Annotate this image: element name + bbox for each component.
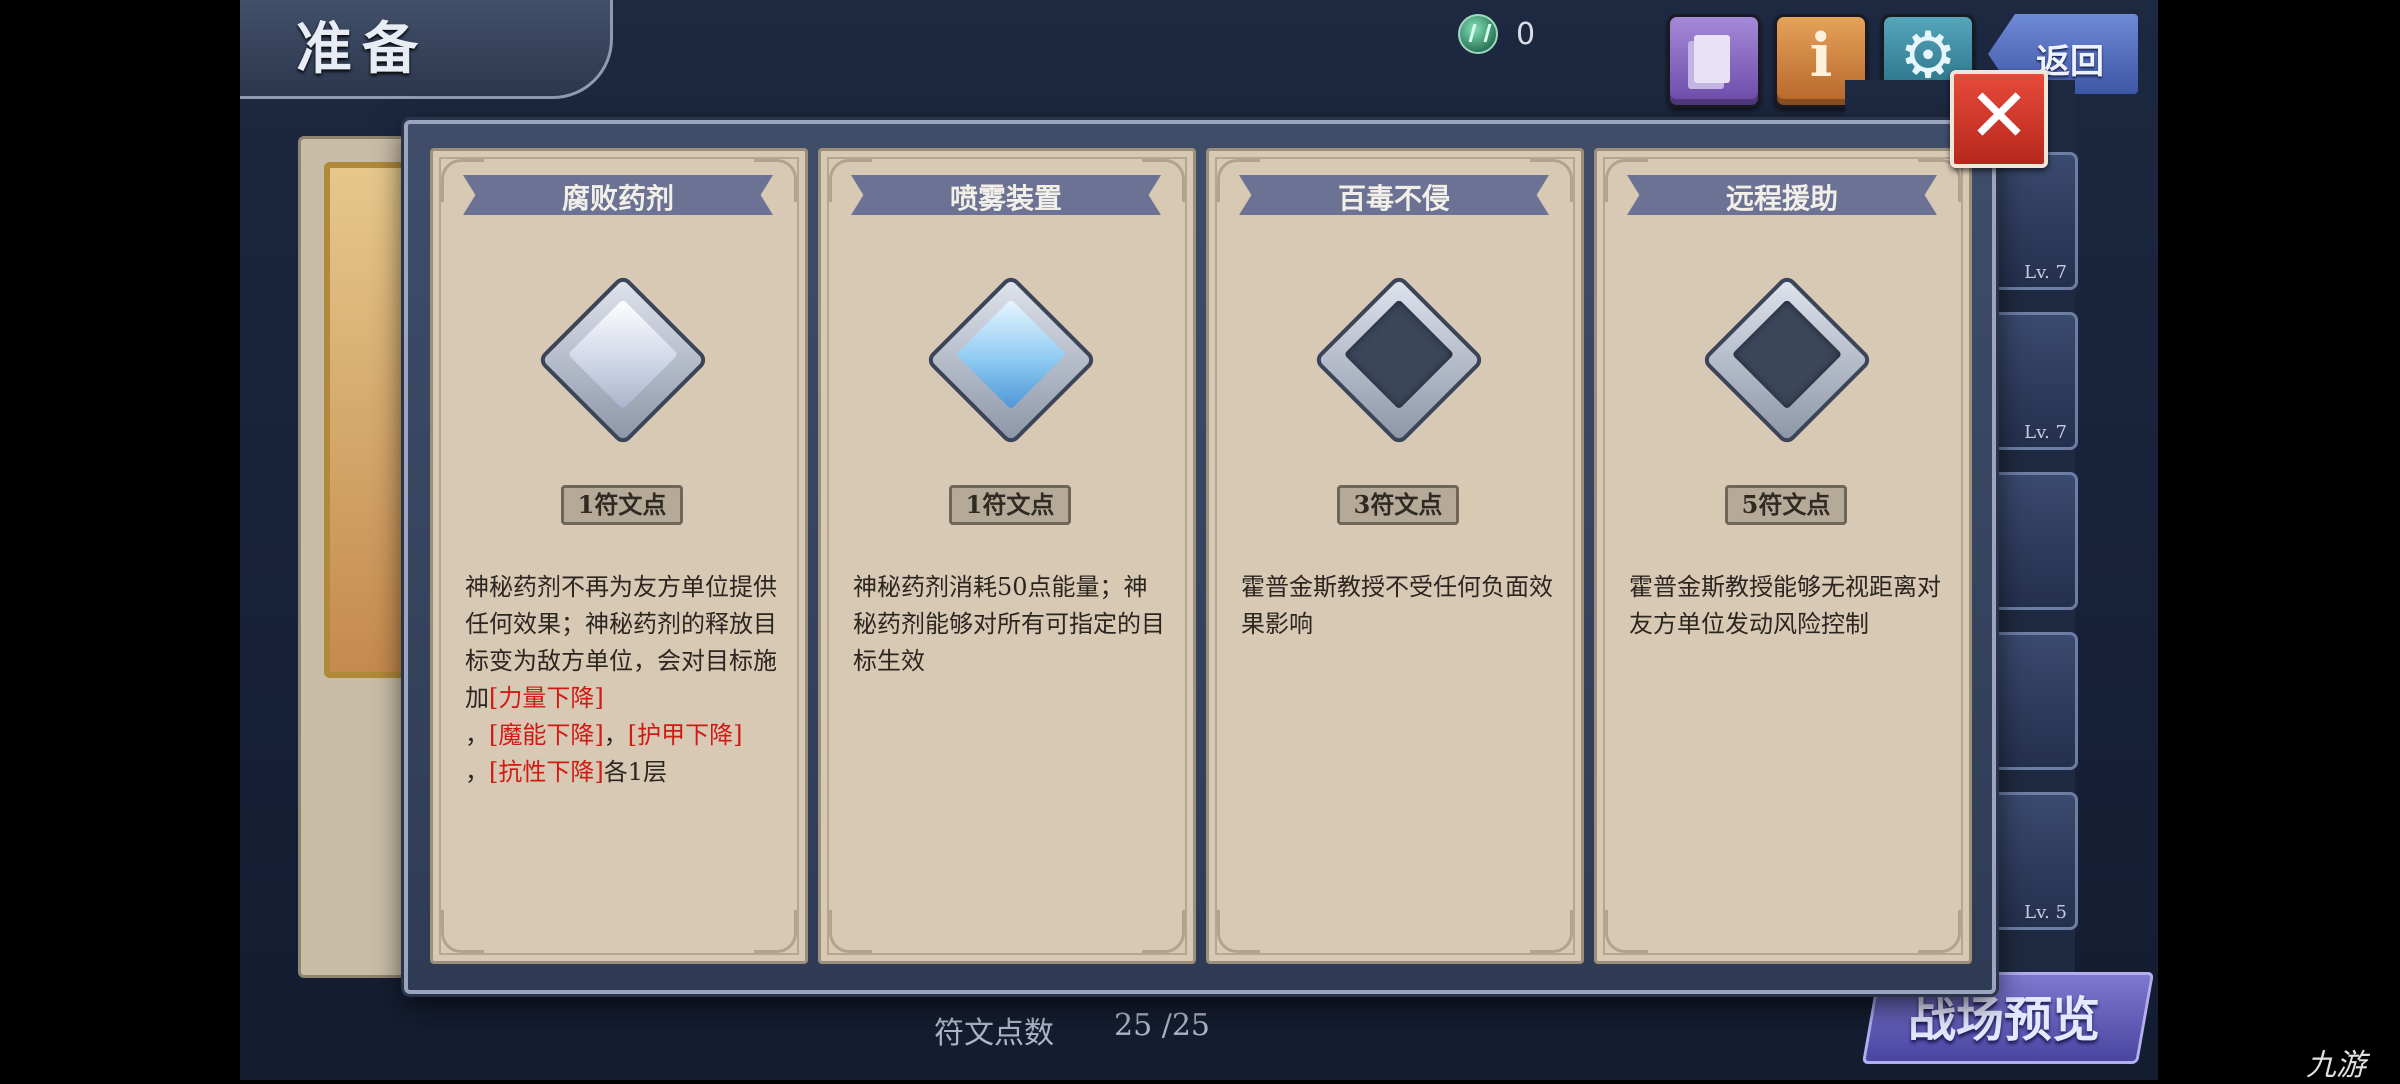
- gem-icon: [1458, 14, 1498, 54]
- rune-gem-icon[interactable]: [1700, 273, 1874, 447]
- desc-text: ，: [465, 721, 489, 749]
- close-button[interactable]: ✕: [1950, 70, 2048, 168]
- ornament: [1605, 910, 1648, 953]
- ornament: [1530, 910, 1573, 953]
- card-title: 远程援助: [1725, 182, 1838, 215]
- debuff-armor-down: [护甲下降]: [627, 721, 743, 749]
- rune-description: 霍普金斯教授不受任何负面效果影响: [1241, 573, 1553, 638]
- rune-gem-icon[interactable]: [924, 273, 1098, 447]
- card-title: 百毒不侵: [1337, 182, 1450, 215]
- gem-counter: 0: [1458, 12, 1535, 56]
- gem-facet: [1343, 299, 1455, 410]
- desc-text: 各1层: [603, 758, 668, 786]
- hero-level: Lv. 7: [2024, 422, 2067, 443]
- desc-text: ，: [465, 758, 489, 786]
- watermark: 九游: [2306, 1048, 2366, 1083]
- ornament: [829, 910, 872, 953]
- desc-text: ，: [603, 721, 628, 749]
- card-title-bar: 远程援助: [1627, 175, 1937, 215]
- close-icon: ✕: [1967, 73, 2030, 159]
- rune-points-label: 符文点数: [934, 1016, 1054, 1051]
- hero-slot[interactable]: [1992, 472, 2078, 610]
- hero-slot[interactable]: Lv. 5: [1992, 792, 2078, 930]
- rune-description: 神秘药剂不再为友方单位提供任何效果；神秘药剂的释放目标变为敌方单位，会对目标施加…: [465, 569, 779, 791]
- ornament: [1918, 910, 1961, 953]
- hero-level: Lv. 5: [2024, 902, 2067, 923]
- codex-button[interactable]: [1667, 14, 1761, 108]
- rune-gem-icon[interactable]: [1312, 273, 1486, 447]
- rune-points-value: 25 /25: [1114, 1008, 1210, 1043]
- rune-cost: 5符文点: [1725, 485, 1847, 525]
- debuff-resist-down: [抗性下降]: [489, 758, 604, 786]
- card-title: 腐败药剂: [561, 182, 674, 215]
- book-icon: [1694, 35, 1730, 83]
- debuff-magic-down: [魔能下降]: [489, 721, 604, 749]
- page-title: 准备: [296, 16, 428, 82]
- rune-card[interactable]: 远程援助 5符文点 霍普金斯教授能够无视距离对友方单位发动风险控制: [1594, 148, 1972, 964]
- gem-facet: [1731, 299, 1843, 410]
- card-title: 喷雾装置: [949, 182, 1062, 215]
- card-title-bar: 喷雾装置: [851, 175, 1161, 215]
- rune-description: 神秘药剂消耗50点能量；神秘药剂能够对所有可指定的目标生效: [853, 573, 1165, 675]
- gem-facet: [955, 299, 1067, 410]
- rune-points-total: 符文点数 25 /25: [934, 1008, 1210, 1052]
- rune-card[interactable]: 腐败药剂 1符文点 神秘药剂不再为友方单位提供任何效果；神秘药剂的释放目标变为敌…: [430, 148, 808, 964]
- game-screen: 准备 0 i ⚙ 返回 Lv. 7 Lv. 7 Lv. 5 战场预览 符文点数 …: [240, 0, 2158, 1080]
- debuff-strength-down: [力量下降]: [489, 684, 604, 712]
- ornament: [441, 910, 484, 953]
- hero-slot[interactable]: Lv. 7: [1992, 312, 2078, 450]
- gem-count: 0: [1516, 16, 1536, 52]
- rune-cost: 1符文点: [561, 485, 683, 525]
- card-title-bar: 百毒不侵: [1239, 175, 1549, 215]
- hero-slot[interactable]: Lv. 7: [1992, 152, 2078, 290]
- title-plate: 准备: [240, 0, 613, 99]
- gem-facet: [567, 299, 679, 410]
- rune-cost: 3符文点: [1337, 485, 1459, 525]
- card-title-bar: 腐败药剂: [463, 175, 773, 215]
- rune-card[interactable]: 百毒不侵 3符文点 霍普金斯教授不受任何负面效果影响: [1206, 148, 1584, 964]
- rune-description: 霍普金斯教授能够无视距离对友方单位发动风险控制: [1629, 573, 1941, 638]
- ornament: [1217, 910, 1260, 953]
- hero-level: Lv. 7: [2024, 262, 2067, 283]
- rune-gem-icon[interactable]: [536, 273, 710, 447]
- ornament: [754, 910, 797, 953]
- ornament: [1142, 910, 1185, 953]
- rune-card[interactable]: 喷雾装置 1符文点 神秘药剂消耗50点能量；神秘药剂能够对所有可指定的目标生效: [818, 148, 1196, 964]
- rune-cost: 1符文点: [949, 485, 1071, 525]
- hero-slot[interactable]: [1992, 632, 2078, 770]
